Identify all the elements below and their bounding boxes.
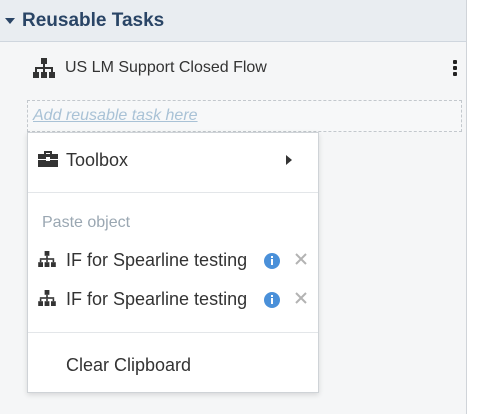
menu-divider	[28, 332, 318, 333]
menu-item-label: Toolbox	[66, 150, 129, 170]
paste-item[interactable]: IF for Spearline testing	[28, 242, 318, 278]
paste-item-label: IF for Spearline testing	[66, 289, 248, 309]
menu-item-toolbox[interactable]: Toolbox	[28, 142, 318, 178]
clear-clipboard-label: Clear Clipboard	[66, 355, 192, 375]
reusable-task-row[interactable]: US LM Support Closed Flow	[0, 48, 466, 88]
add-reusable-task-link[interactable]: Add reusable task here	[33, 107, 198, 125]
add-reusable-task-dropzone[interactable]: Add reusable task here	[27, 100, 462, 132]
menu-divider	[28, 192, 318, 193]
menu-item-clear-clipboard[interactable]: Clear Clipboard	[28, 347, 318, 383]
hierarchy-icon	[38, 251, 56, 272]
caret-right-icon	[286, 155, 292, 165]
section-header[interactable]: Reusable Tasks	[0, 0, 466, 42]
caret-down-icon[interactable]	[5, 18, 15, 24]
toolbox-icon	[38, 151, 58, 172]
paste-item[interactable]: IF for Spearline testing	[28, 281, 318, 317]
paste-section-label: Paste object	[42, 214, 131, 231]
info-icon[interactable]	[264, 292, 280, 308]
kebab-menu-icon[interactable]	[452, 60, 458, 76]
task-label: US LM Support Closed Flow	[65, 59, 267, 76]
close-icon[interactable]	[293, 290, 309, 306]
hierarchy-icon	[33, 58, 55, 83]
paste-item-label: IF for Spearline testing	[66, 250, 248, 270]
section-title: Reusable Tasks	[22, 10, 165, 31]
close-icon[interactable]	[293, 251, 309, 267]
hierarchy-icon	[38, 290, 56, 311]
context-menu: Toolbox Paste object IF for Spearline te…	[27, 132, 319, 393]
info-icon[interactable]	[264, 253, 280, 269]
